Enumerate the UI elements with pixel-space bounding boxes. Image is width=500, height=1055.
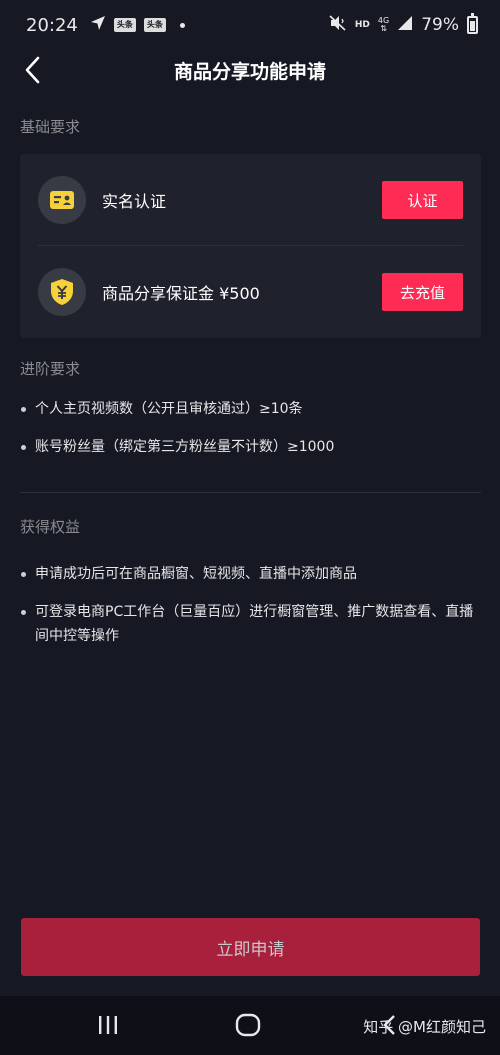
basic-section-title: 基础要求 (20, 118, 81, 136)
status-right: HD 4G ⇅ 79% (329, 13, 478, 36)
hd-label: HD (354, 20, 370, 30)
status-time: 20:24 (26, 14, 78, 36)
list-item: 可登录电商PC工作台（巨量百应）进行橱窗管理、推广数据查看、直播间中控等操作 (20, 600, 480, 648)
yuan-shield-icon (38, 268, 86, 316)
benefits-list: 申请成功后可在商品橱窗、短视频、直播中添加商品 可登录电商PC工作台（巨量百应）… (20, 562, 480, 648)
recent-apps-button[interactable] (97, 1015, 119, 1039)
notification-dot-icon (179, 22, 185, 28)
system-nav-bar: 知乎 @M红颜知己 (0, 996, 500, 1055)
recharge-button[interactable]: 去充值 (382, 273, 463, 311)
recent-apps-icon (99, 1016, 117, 1034)
advanced-list: 个人主页视频数（公开且审核通过）≥10条 账号粉丝量（绑定第三方粉丝量不计数）≥… (20, 397, 480, 459)
back-button[interactable] (16, 52, 48, 88)
chevron-left-icon (25, 56, 40, 84)
battery-percent: 79% (421, 15, 459, 35)
header: 商品分享功能申请 (0, 50, 500, 90)
mute-icon (329, 14, 347, 36)
verify-button[interactable]: 认证 (382, 181, 463, 219)
deposit-row: 商品分享保证金 ¥500 去充值 (20, 246, 481, 338)
watermark: 知乎 @M红颜知己 (363, 1018, 486, 1036)
real-name-row: 实名认证 认证 (20, 154, 481, 246)
data-arrows-icon: ⇅ (380, 24, 387, 33)
toutiao-badge-icon-2: 头条 (143, 18, 166, 32)
network-4g: 4G ⇅ (378, 17, 389, 33)
section-divider (20, 492, 481, 493)
status-left: 20:24 头条 头条 (26, 15, 185, 36)
advanced-section-title: 进阶要求 (20, 360, 81, 378)
id-card-icon (38, 176, 86, 224)
benefits-section-title: 获得权益 (20, 518, 81, 536)
apply-button[interactable]: 立即申请 (21, 918, 480, 976)
page-title: 商品分享功能申请 (173, 60, 326, 83)
deposit-label: 商品分享保证金 ¥500 (102, 284, 260, 303)
status-bar: 20:24 头条 头条 HD 4G ⇅ 79% (0, 0, 500, 50)
real-name-label: 实名认证 (102, 192, 167, 211)
toutiao-badge-icon: 头条 (113, 18, 136, 32)
signal-icon (397, 15, 413, 36)
basic-requirements-card: 实名认证 认证 商品分享保证金 ¥500 去充值 (20, 154, 481, 338)
home-button[interactable] (235, 1013, 261, 1041)
list-item: 个人主页视频数（公开且审核通过）≥10条 (20, 397, 480, 421)
navigation-arrow-icon (90, 15, 106, 36)
list-item: 账号粉丝量（绑定第三方粉丝量不计数）≥1000 (20, 435, 480, 459)
battery-icon (467, 13, 478, 34)
home-icon (235, 1013, 261, 1037)
list-item: 申请成功后可在商品橱窗、短视频、直播中添加商品 (20, 562, 480, 586)
